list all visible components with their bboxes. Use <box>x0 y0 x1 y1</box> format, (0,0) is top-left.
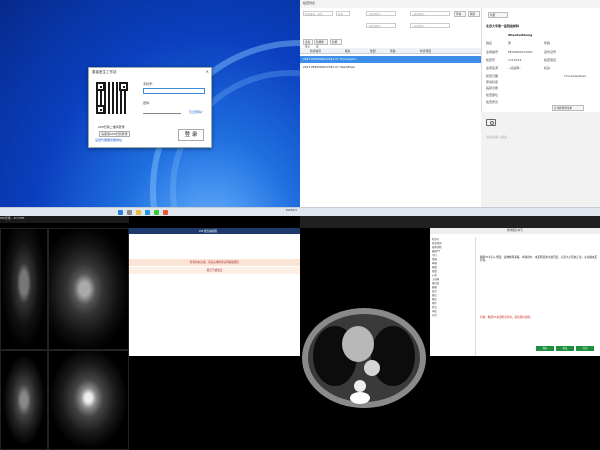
empty-area <box>129 356 300 450</box>
proxy-link[interactable]: 设置代理服务器地址 <box>95 138 122 142</box>
mri-viewer: MRI影像 - 3D MPR RIS 报告编辑器 检查尚未完成，请先完成检查后再… <box>0 216 300 450</box>
field-label: 检查项目 <box>544 58 557 62</box>
field-label: 年龄 <box>544 41 551 45</box>
alert-banner: 检查尚未完成，请先完成检查后再编辑报告 <box>129 259 300 266</box>
taskbar <box>300 207 600 216</box>
viewer-title: MRI影像 - 3D MPR <box>0 216 129 223</box>
print-request-button[interactable]: 打印检查申请单 <box>552 105 584 111</box>
qr-caption: APP扫码二维码登录 <box>98 125 125 129</box>
edge-icon[interactable] <box>145 210 150 215</box>
report-editor: 检查报告书写 检查号 检查所见 影像诊断 胸部CT 平扫 增强 纵隔 肺窗 骨窗… <box>430 228 600 356</box>
save-button[interactable]: 保存 <box>536 346 554 351</box>
field-label: 检查所见 <box>486 100 499 104</box>
patient-name: ZhaoPeiSheng <box>508 33 533 37</box>
phone-label: 手机号: <box>143 82 154 86</box>
registration-app: 检查列表 检查编号、姓名 检查 --检查项目-- --登记时间-- --检查类型… <box>300 0 600 216</box>
report-titlebar: RIS 报告编辑器 <box>129 228 300 234</box>
qr-corner <box>96 82 105 91</box>
forgot-link[interactable]: 忘记密码? <box>189 110 203 114</box>
close-icon[interactable]: ✕ <box>206 69 209 74</box>
conclusion-text[interactable]: 印象：胸部CT未见明显异常。建议随访观察。 <box>480 316 598 319</box>
register-button[interactable]: 患者登记 <box>303 39 313 49</box>
new-check-button[interactable]: 新增检查 <box>314 39 328 49</box>
mri-coronal-view[interactable] <box>0 350 48 450</box>
hospital-title: 北京大学第一医院放射科 <box>486 24 520 28</box>
desktop-login: 患者医生工作站 ✕ APP扫码二维码登录 请使用APP扫码登录 设置代理服务器地… <box>0 0 300 216</box>
report-window: RIS 报告编辑器 检查尚未完成，请先完成检查后再编辑报告 报告已被锁定 <box>129 228 300 356</box>
mri-axial-view[interactable] <box>0 228 48 350</box>
field-label: 姓名 <box>486 41 493 45</box>
qr-subcaption[interactable]: 请使用APP扫码登录 <box>99 131 130 137</box>
report-title: RIS 报告编辑器 <box>199 230 218 233</box>
field-value: ThoraxAbdGen <box>564 74 587 78</box>
app-icon[interactable] <box>154 210 159 215</box>
dialog-title: 患者医生工作站 <box>92 70 117 74</box>
ct-chest-view[interactable] <box>300 228 429 450</box>
report-editor-title: 检查报告书写 <box>430 228 600 234</box>
new-dept-button[interactable]: 新增 <box>488 12 508 18</box>
table-row[interactable]: 2013 PE2000001X591 CT Head/Brain <box>300 64 481 71</box>
field-label: 申请科室 <box>486 80 499 84</box>
finding-text[interactable]: 胸部CT平扫+增强：双肺纹理清晰，纵隔居中，未见明显肿大淋巴结，心影大小形态正常… <box>480 256 598 263</box>
print-button[interactable]: 打印 <box>576 346 594 351</box>
filter-select[interactable]: --登记时间-- <box>410 11 450 16</box>
qr-corner <box>96 105 105 114</box>
col-header[interactable]: 姓名 <box>345 49 351 53</box>
field-label: 检查号 <box>486 58 496 62</box>
qr-corner <box>119 82 128 91</box>
col-header[interactable]: 检查项目 <box>420 49 431 53</box>
field-label: 检查部位 <box>486 93 499 97</box>
login-button[interactable]: 登 录 <box>178 129 204 141</box>
field-value: 1715222 <box>508 58 522 62</box>
note-area <box>481 112 600 216</box>
password-label: 密码: <box>143 101 151 105</box>
field-label: 机房 <box>544 66 551 70</box>
app-title: 检查列表 <box>300 0 600 8</box>
table-row[interactable]: 2013 PE2000001X591 CT Thorax/Abd <box>300 56 481 63</box>
alert-banner: 报告已被锁定 <box>129 267 300 274</box>
camera-icon[interactable] <box>486 119 496 126</box>
phone-input[interactable] <box>143 88 205 94</box>
folder-icon[interactable] <box>136 210 141 215</box>
new-button[interactable]: 新增 <box>330 39 342 45</box>
toolbar <box>300 216 600 228</box>
col-header[interactable]: 性别 <box>370 49 376 53</box>
table-header: 检查编号 姓名 性别 年龄 检查项目 <box>300 48 481 54</box>
field-label: 患者编号 <box>486 50 499 54</box>
app-icon[interactable] <box>163 210 168 215</box>
qr-code <box>96 82 128 114</box>
field-label: 患者来源 <box>486 66 499 70</box>
template-sidebar: 检查号 检查所见 影像诊断 胸部CT 平扫 增强 纵隔 肺窗 骨窗 心影 主动脉… <box>430 237 476 356</box>
screen: 患者医生工作站 ✕ APP扫码二维码登录 请使用APP扫码登录 设置代理服务器地… <box>0 0 600 450</box>
search-icon[interactable] <box>127 210 132 215</box>
mri-pelvis-view[interactable] <box>48 350 129 450</box>
field-value: 男 <box>508 41 512 45</box>
field-label: 临床诊断 <box>486 86 499 90</box>
filter-select[interactable]: --全部检查-- <box>410 23 450 28</box>
filter-select[interactable]: 检查 <box>336 11 350 16</box>
field-label: 身份证号 <box>544 50 557 54</box>
windows-start-icon[interactable] <box>118 210 123 215</box>
empty-area <box>430 356 600 450</box>
query-button[interactable]: 查询 <box>454 11 466 17</box>
ct-image <box>302 308 426 408</box>
field-value: PE2000001X591 <box>508 50 533 54</box>
filter-select[interactable]: --检查项目-- <box>366 11 396 16</box>
field-value[interactable]: --请选择-- <box>508 66 521 70</box>
note-input[interactable]: 请在此输入备注... <box>486 135 510 139</box>
col-header[interactable]: 检查编号 <box>310 49 321 53</box>
mri-sagittal-view[interactable] <box>48 228 129 350</box>
sidebar-item[interactable]: 打印 <box>430 313 475 317</box>
submit-button[interactable]: 提交 <box>556 346 574 351</box>
field-label: 检查日期 <box>486 74 499 78</box>
refresh-button[interactable]: 刷新 <box>468 11 480 17</box>
password-input[interactable] <box>143 108 181 114</box>
clock: 2023/1/1 <box>285 209 297 212</box>
taskbar: 2023/1/1 <box>0 207 300 216</box>
ct-report: 检查报告书写 检查号 检查所见 影像诊断 胸部CT 平扫 增强 纵隔 肺窗 骨窗… <box>300 216 600 450</box>
col-header[interactable]: 年龄 <box>390 49 396 53</box>
search-input[interactable]: 检查编号、姓名 <box>303 11 333 16</box>
filter-select[interactable]: --检查类型-- <box>366 23 396 28</box>
